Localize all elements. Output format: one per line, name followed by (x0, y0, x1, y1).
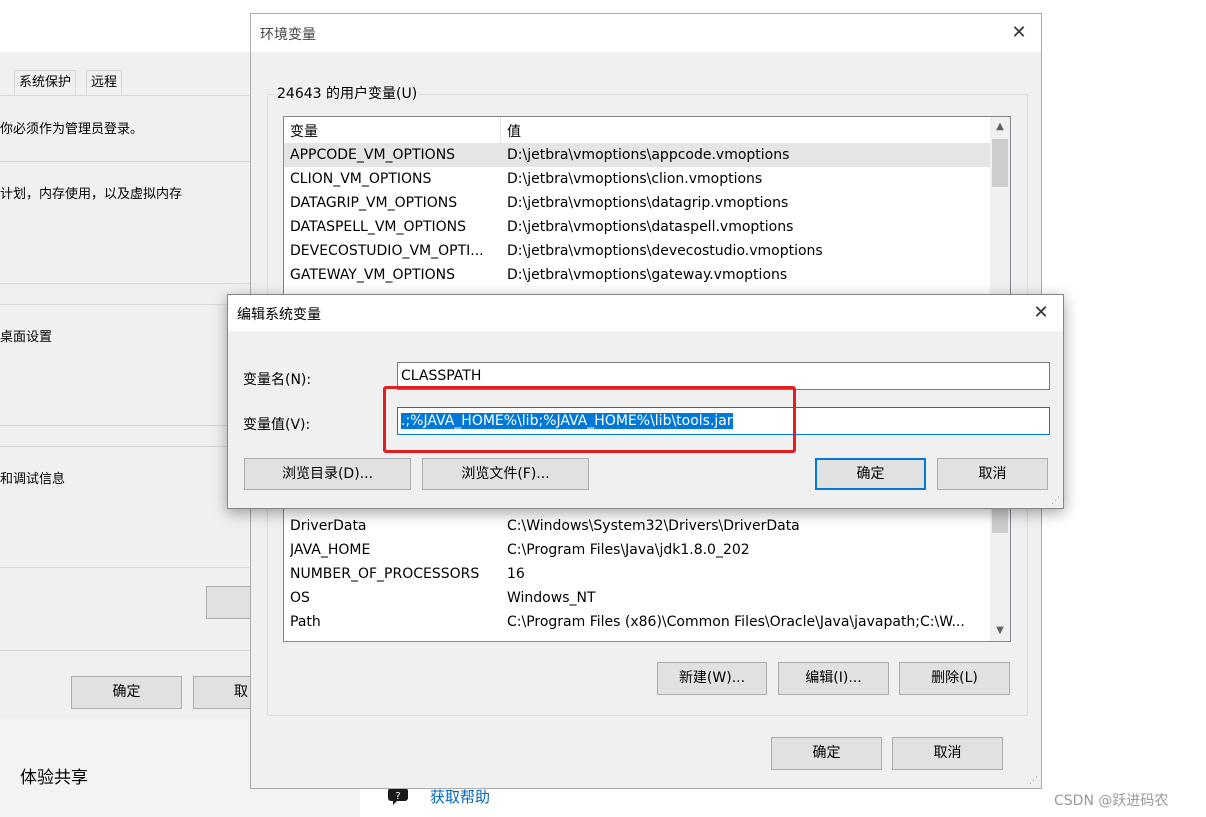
watermark: CSDN @跃进码农 (1054, 793, 1169, 809)
env-window-title: 环境变量 (260, 27, 316, 43)
variable-name: CLION_VM_OPTIONS (290, 171, 432, 187)
settings-button[interactable] (206, 586, 256, 619)
list-item[interactable]: CLION_VM_OPTIONS D:\jetbra\vmoptions\cli… (284, 167, 990, 191)
variable-name: DriverData (290, 518, 367, 534)
ok-button[interactable]: 确定 (815, 458, 926, 490)
highlight-annotation-box (383, 386, 796, 453)
variable-value: D:\jetbra\vmoptions\dataspell.vmoptions (507, 219, 794, 235)
cancel-button[interactable]: 取消 (937, 458, 1048, 490)
section-divider (0, 567, 250, 568)
performance-description: 计划，内存使用，以及虚拟内存 (0, 187, 183, 202)
tab-system-protection[interactable]: 系统保护 (14, 70, 77, 95)
section-divider (0, 161, 250, 162)
delete-variable-button[interactable]: 删除(L) (899, 662, 1010, 695)
startup-recovery-description: 和调试信息 (0, 472, 66, 487)
variable-value: D:\jetbra\vmoptions\gateway.vmoptions (507, 267, 788, 283)
variable-value-label: 变量值(V): (243, 417, 311, 433)
tab-divider (0, 95, 250, 96)
variable-value: C:\Windows\System32\Drivers\DriverData (507, 518, 800, 534)
variable-name: JAVA_HOME (290, 542, 371, 558)
browse-file-button[interactable]: 浏览文件(F)... (422, 458, 589, 490)
section-divider (0, 650, 250, 651)
list-item[interactable]: JAVA_HOME C:\Program Files\Java\jdk1.8.0… (284, 538, 990, 562)
edit-titlebar: 编辑系统变量 ✕ (228, 295, 1063, 331)
variable-name: DATAGRIP_VM_OPTIONS (290, 195, 458, 211)
section-divider (0, 304, 250, 305)
new-variable-button[interactable]: 新建(W)... (657, 662, 767, 695)
section-divider (0, 425, 250, 426)
section-divider (0, 283, 250, 284)
variable-name-label: 变量名(N): (243, 372, 312, 388)
variable-name: DEVECOSTUDIO_VM_OPTI... (290, 243, 484, 259)
vertical-scrollbar[interactable]: ▼ (990, 505, 1010, 641)
resize-grip-icon[interactable]: ⋰ (1029, 776, 1038, 786)
variable-name: DATASPELL_VM_OPTIONS (290, 219, 467, 235)
ok-button[interactable]: 确定 (71, 676, 182, 709)
get-help-link[interactable]: 获取帮助 (430, 786, 490, 807)
list-item[interactable]: DATAGRIP_VM_OPTIONS D:\jetbra\vmoptions\… (284, 191, 990, 215)
close-icon[interactable]: ✕ (1031, 303, 1051, 323)
user-variables-label: 24643 的用户变量(U) (275, 83, 420, 103)
list-item[interactable]: NUMBER_OF_PROCESSORS 16 (284, 562, 990, 586)
list-item[interactable]: Path C:\Program Files (x86)\Common Files… (284, 610, 990, 634)
column-variable[interactable]: 变量 (290, 121, 318, 141)
scroll-thumb[interactable] (992, 139, 1008, 187)
list-item[interactable]: OS Windows_NT (284, 586, 990, 610)
column-value[interactable]: 值 (507, 121, 521, 141)
browse-directory-button[interactable]: 浏览目录(D)... (244, 458, 411, 490)
list-item[interactable]: DriverData C:\Windows\System32\Drivers\D… (284, 514, 990, 538)
admin-note: 你必须作为管理员登录。 (0, 122, 144, 137)
tab-remote[interactable]: 远程 (86, 70, 123, 95)
variable-value: C:\Program Files (x86)\Common Files\Orac… (507, 614, 965, 630)
scroll-up-icon[interactable]: ▲ (990, 117, 1010, 137)
system-properties-window: 系统保护 远程 你必须作为管理员登录。 计划，内存使用，以及虚拟内存 桌面设置 … (0, 0, 263, 720)
system-variables-list[interactable]: DriverData C:\Windows\System32\Drivers\D… (283, 504, 1011, 642)
variable-name: APPCODE_VM_OPTIONS (290, 147, 456, 163)
user-profile-description: 桌面设置 (0, 330, 53, 345)
variable-name: NUMBER_OF_PROCESSORS (290, 566, 480, 582)
user-variables-list[interactable]: 变量 值 APPCODE_VM_OPTIONS D:\jetbra\vmopti… (283, 116, 1011, 306)
edit-variable-button[interactable]: 编辑(I)... (778, 662, 889, 695)
variable-value: D:\jetbra\vmoptions\clion.vmoptions (507, 171, 763, 187)
scroll-thumb[interactable] (992, 509, 1008, 533)
close-icon[interactable]: ✕ (1009, 23, 1029, 43)
share-experience-label: 体验共享 (20, 768, 88, 788)
variable-name: GATEWAY_VM_OPTIONS (290, 267, 456, 283)
svg-text:?: ? (395, 791, 400, 802)
variable-value: D:\jetbra\vmoptions\datagrip.vmoptions (507, 195, 789, 211)
variable-value: 16 (507, 566, 525, 582)
variable-value: D:\jetbra\vmoptions\appcode.vmoptions (507, 147, 790, 163)
edit-dialog-title: 编辑系统变量 (237, 307, 321, 323)
cancel-button[interactable]: 取消 (892, 737, 1003, 770)
env-titlebar: 环境变量 ✕ (251, 14, 1041, 52)
list-item[interactable]: DATASPELL_VM_OPTIONS D:\jetbra\vmoptions… (284, 215, 990, 239)
scroll-down-icon[interactable]: ▼ (990, 621, 1010, 641)
section-divider (0, 446, 250, 447)
variable-name: OS (290, 590, 310, 606)
list-item[interactable]: GATEWAY_VM_OPTIONS D:\jetbra\vmoptions\g… (284, 263, 990, 287)
list-item[interactable]: APPCODE_VM_OPTIONS D:\jetbra\vmoptions\a… (284, 143, 990, 167)
variable-value: D:\jetbra\vmoptions\devecostudio.vmoptio… (507, 243, 823, 259)
ok-button[interactable]: 确定 (771, 737, 882, 770)
vertical-scrollbar[interactable]: ▲ (990, 117, 1010, 305)
variable-name: Path (290, 614, 321, 630)
resize-grip-icon[interactable]: ⋰ (1051, 496, 1060, 506)
column-divider[interactable] (500, 117, 501, 143)
variable-value: C:\Program Files\Java\jdk1.8.0_202 (507, 542, 750, 558)
variable-value: Windows_NT (507, 590, 596, 606)
help-chat-icon: ? (388, 786, 412, 806)
list-header: 变量 值 (284, 117, 1010, 144)
list-item[interactable]: DEVECOSTUDIO_VM_OPTI... D:\jetbra\vmopti… (284, 239, 990, 263)
